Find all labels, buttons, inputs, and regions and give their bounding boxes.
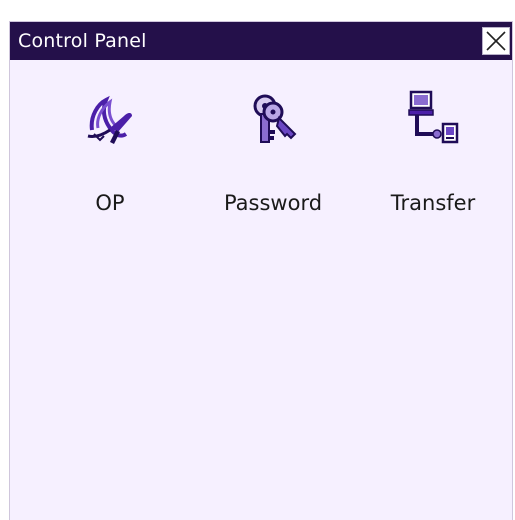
applet-transfer[interactable]: Transfer (360, 90, 510, 250)
applet-label: Transfer (390, 191, 476, 215)
close-icon (486, 31, 506, 51)
op-icon (87, 95, 132, 144)
control-panel-window: Control Panel OP Password Transfer (9, 21, 513, 520)
key-icon (253, 94, 297, 143)
applet-label: OP (95, 191, 125, 215)
title-bar[interactable]: Control Panel (10, 22, 512, 60)
applet-op[interactable]: OP (35, 90, 185, 250)
applet-password[interactable]: Password (198, 90, 348, 250)
window-title: Control Panel (18, 30, 147, 52)
applet-label: Password (223, 191, 323, 215)
close-button[interactable] (482, 27, 510, 55)
transfer-icon (408, 90, 459, 144)
